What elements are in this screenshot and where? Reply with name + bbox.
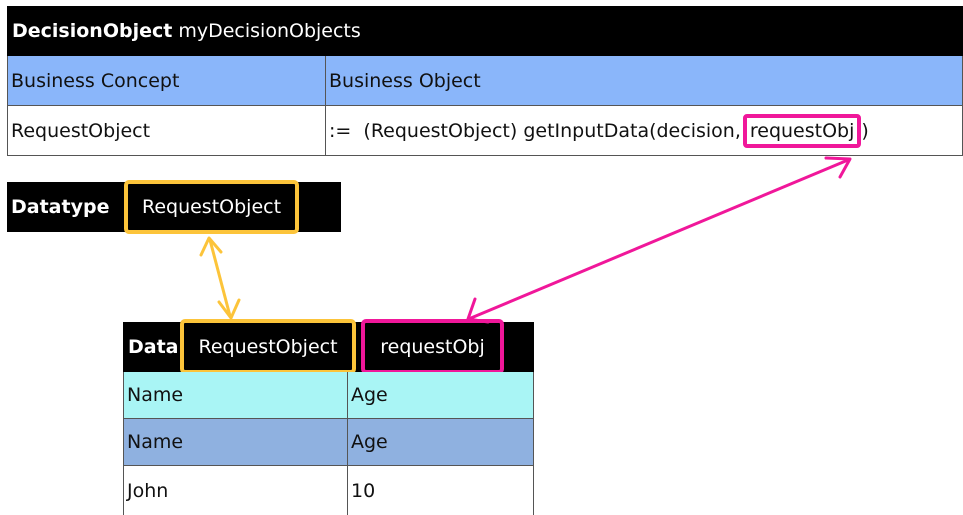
connector-arrows [199, 156, 852, 324]
yellow-double-arrow [199, 236, 241, 320]
magenta-double-arrow [466, 156, 852, 324]
